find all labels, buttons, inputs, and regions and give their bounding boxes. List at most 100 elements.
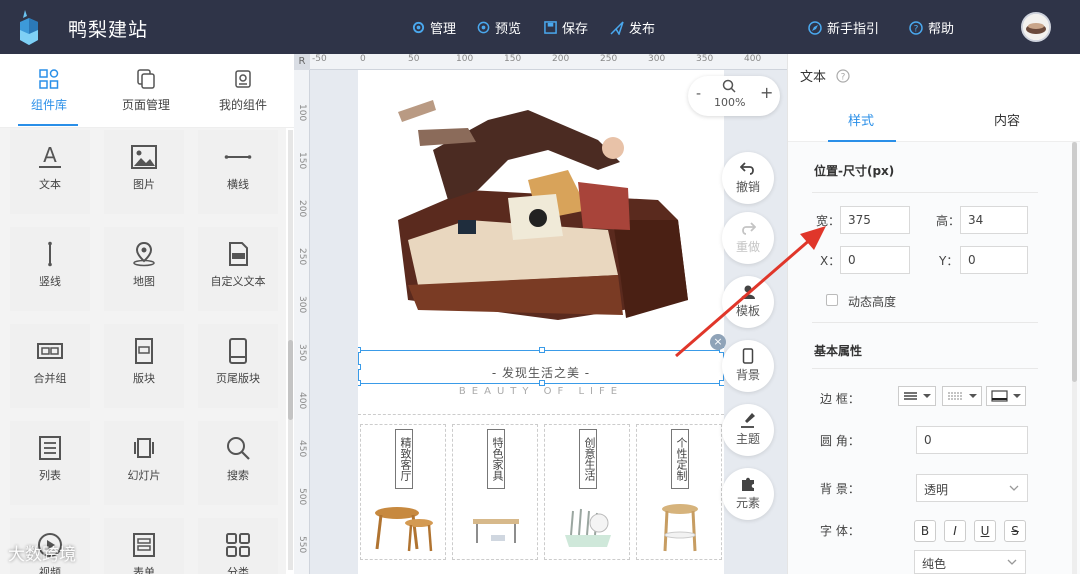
background-select[interactable]: 透明 (916, 474, 1028, 502)
category-card[interactable]: 创意生活 (544, 424, 630, 560)
border-color-select[interactable] (986, 386, 1026, 406)
template-button[interactable]: 模板 (722, 276, 774, 328)
component-footer-block[interactable]: 页尾版块 (198, 324, 278, 408)
tab-pages[interactable]: 页面管理 (101, 68, 191, 113)
grid-icon (39, 69, 59, 89)
ruler-corner[interactable]: R (294, 54, 310, 70)
slogan-english[interactable]: BEAUTY OF LIFE (358, 386, 724, 397)
redo-button[interactable]: 重做 (722, 212, 774, 264)
ruler-v-tick: 350 (297, 344, 307, 362)
component-custom-text[interactable]: 自定义文本 (198, 227, 278, 311)
dynamic-height-checkbox[interactable] (826, 294, 838, 306)
text-icon: A (39, 144, 61, 168)
ruler-horizontal: -50 0 50 100 150 200 250 300 350 400 (310, 54, 787, 70)
horizontal-line-icon (224, 155, 252, 159)
redo-label: 重做 (735, 240, 760, 254)
component-image[interactable]: 图片 (104, 130, 184, 214)
component-form[interactable]: 表单 (104, 518, 184, 574)
y-input[interactable]: 0 (960, 246, 1028, 274)
ruler-v-tick: 450 (297, 440, 307, 458)
publish-button[interactable]: 发布 (610, 18, 655, 37)
category-card[interactable]: 个性定制 (636, 424, 722, 560)
slogan-text[interactable]: - 发现生活之美 - (358, 364, 724, 381)
zoom-level: 100% (714, 96, 746, 109)
italic-button[interactable]: I (944, 520, 966, 542)
ruler-h-tick: 350 (696, 54, 714, 64)
save-label: 保存 (562, 22, 589, 37)
tab-components[interactable]: 组件库 (4, 68, 94, 113)
component-map[interactable]: 地图 (104, 227, 184, 311)
component-slideshow[interactable]: 幻灯片 (104, 421, 184, 505)
x-input[interactable]: 0 (840, 246, 910, 274)
background-button[interactable]: 背景 (722, 340, 774, 392)
manage-button[interactable]: 管理 (411, 18, 456, 37)
component-group-label: 合并组 (33, 372, 67, 385)
svg-text:?: ? (841, 73, 846, 83)
category-card[interactable]: 特色家具 (452, 424, 538, 560)
zoom-in-button[interactable]: + (760, 83, 773, 102)
component-map-label: 地图 (133, 275, 155, 288)
help-icon[interactable]: ? (836, 69, 850, 83)
preview-label: 预览 (495, 22, 522, 37)
component-list[interactable]: 列表 (10, 421, 90, 505)
elements-button[interactable]: 元素 (722, 468, 774, 520)
tab-components-label: 组件库 (30, 98, 67, 112)
tab-style[interactable]: 样式 (848, 110, 874, 129)
category-card[interactable]: 精致客厅 (360, 424, 446, 560)
ruler-vertical: 100 150 200 250 300 350 400 450 500 550 (294, 70, 310, 574)
radius-input[interactable]: 0 (916, 426, 1028, 454)
save-button[interactable]: 保存 (543, 18, 588, 37)
component-vline[interactable]: 竖线 (10, 227, 90, 311)
height-input[interactable]: 34 (960, 206, 1028, 234)
underline-button[interactable]: U (974, 520, 996, 542)
zoom-out-button[interactable]: - (696, 86, 701, 102)
font-color-select[interactable]: 纯色 (914, 550, 1026, 574)
resize-handle[interactable] (358, 347, 361, 353)
manage-label: 管理 (430, 22, 457, 37)
properties-tabs: 样式 内容 (788, 94, 1080, 142)
hero-image[interactable] (358, 70, 724, 332)
undo-button[interactable]: 撤销 (722, 152, 774, 204)
form-icon (133, 533, 155, 557)
ruler-h-tick: 250 (600, 54, 618, 64)
tab-my-components-label: 我的组件 (218, 98, 267, 112)
puzzle-icon (742, 477, 754, 491)
component-hline[interactable]: 横线 (198, 130, 278, 214)
right-scrollbar[interactable] (1072, 142, 1077, 574)
font-color-value: 纯色 (922, 557, 947, 571)
bold-button[interactable]: B (914, 520, 936, 542)
zoom-search-icon[interactable] (722, 79, 736, 96)
category-label: 创意生活 (579, 429, 597, 489)
resize-handle[interactable] (539, 347, 545, 353)
ruler-h-tick: 100 (456, 54, 474, 64)
preview-button[interactable]: 预览 (476, 18, 521, 37)
delete-element-button[interactable]: × (710, 334, 726, 350)
component-block[interactable]: 版块 (104, 324, 184, 408)
ruler-h-tick: 150 (504, 54, 522, 64)
component-search[interactable]: 搜索 (198, 421, 278, 505)
component-panel: 组件库 页面管理 我的组件 A 文本 图片 横线 竖线 地图 自定义文本 合并组… (0, 54, 294, 574)
tab-my-components[interactable]: 我的组件 (198, 68, 288, 113)
theme-button[interactable]: 主题 (722, 404, 774, 456)
width-input[interactable]: 375 (840, 206, 910, 234)
component-group[interactable]: 合并组 (10, 324, 90, 408)
left-scrollbar[interactable] (288, 130, 293, 570)
component-text[interactable]: A 文本 (10, 130, 90, 214)
component-category[interactable]: 分类 (198, 518, 278, 574)
border-style-select[interactable] (942, 386, 982, 406)
help-button[interactable]: ? 帮助 (909, 18, 954, 37)
send-icon (610, 20, 624, 35)
slideshow-icon (134, 438, 154, 458)
strikethrough-button[interactable]: S (1004, 520, 1026, 542)
guide-button[interactable]: 新手指引 (808, 18, 879, 37)
background-label: 背 景： (820, 482, 860, 496)
ruler-v-tick: 200 (297, 200, 307, 218)
right-scrollbar-thumb[interactable] (1072, 142, 1077, 382)
avatar[interactable] (1021, 12, 1051, 42)
ruler-v-tick: 100 (297, 104, 307, 122)
tab-content[interactable]: 内容 (994, 110, 1020, 129)
border-width-select[interactable] (898, 386, 936, 406)
left-scrollbar-thumb[interactable] (288, 340, 293, 420)
chevron-down-icon (1009, 485, 1019, 491)
elements-label: 元素 (735, 496, 760, 510)
